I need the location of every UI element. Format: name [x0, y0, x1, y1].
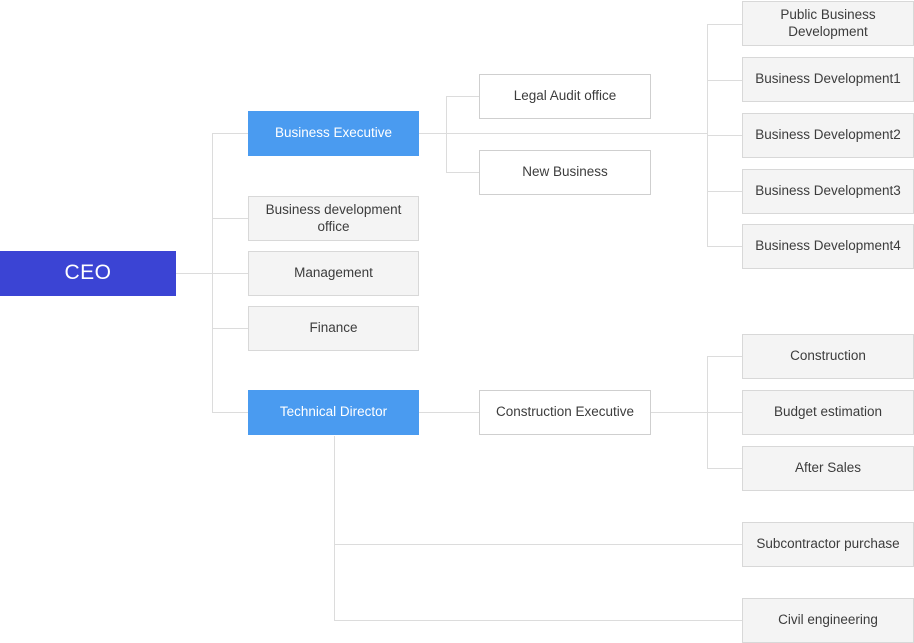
node-ceo[interactable]: CEO — [0, 251, 176, 296]
node-new-business[interactable]: New Business — [479, 150, 651, 195]
connector-business-executive-to-development-trunk — [446, 133, 708, 134]
connector-technical-director-to-construction-executive — [419, 412, 480, 413]
connector-to-subcontractor-purchase — [334, 544, 743, 545]
node-business-executive-label: Business Executive — [274, 125, 393, 141]
node-technical-director[interactable]: Technical Director — [248, 390, 419, 435]
node-after-sales[interactable]: After Sales — [742, 446, 914, 491]
node-finance[interactable]: Finance — [248, 306, 419, 351]
node-construction[interactable]: Construction — [742, 334, 914, 379]
connector-to-business-development-2 — [707, 135, 743, 136]
node-business-development-4-label: Business Development4 — [755, 238, 901, 254]
node-business-development-2-label: Business Development2 — [755, 127, 901, 143]
node-business-development-1[interactable]: Business Development1 — [742, 57, 914, 102]
connector-to-after-sales — [707, 468, 743, 469]
connector-ceo-stub — [176, 273, 213, 274]
node-after-sales-label: After Sales — [794, 460, 862, 476]
node-finance-label: Finance — [309, 320, 358, 336]
node-subcontractor-purchase[interactable]: Subcontractor purchase — [742, 522, 914, 567]
node-business-development-office-label: Business development office — [265, 201, 402, 234]
connector-business-executive-to-legal-audit-office — [446, 96, 479, 97]
connector-technical-director-bottom-trunk — [334, 436, 335, 621]
connector-business-executive-to-new-business — [446, 172, 479, 173]
node-business-development-2[interactable]: Business Development2 — [742, 113, 914, 158]
node-budget-estimation-label: Budget estimation — [773, 404, 883, 420]
node-business-development-3[interactable]: Business Development3 — [742, 169, 914, 214]
node-budget-estimation[interactable]: Budget estimation — [742, 390, 914, 435]
node-construction-executive[interactable]: Construction Executive — [479, 390, 651, 435]
connector-to-business-development-1 — [707, 80, 743, 81]
node-civil-engineering[interactable]: Civil engineering — [742, 598, 914, 643]
connector-to-budget-estimation — [707, 412, 743, 413]
node-construction-executive-label: Construction Executive — [495, 404, 635, 420]
node-business-executive[interactable]: Business Executive — [248, 111, 419, 156]
connector-ceo-to-finance — [212, 328, 249, 329]
connector-to-civil-engineering — [334, 620, 743, 621]
node-management-label: Management — [294, 265, 373, 281]
connector-to-business-development-3 — [707, 191, 743, 192]
connector-to-construction — [707, 356, 743, 357]
connector-ceo-to-management — [212, 273, 249, 274]
connector-business-executive-trunk — [446, 96, 447, 173]
connector-construction-executive-stub — [651, 412, 708, 413]
node-business-development-1-label: Business Development1 — [755, 71, 901, 87]
node-legal-audit-office[interactable]: Legal Audit office — [479, 74, 651, 119]
connector-ceo-to-technical-director — [212, 412, 249, 413]
connector-to-business-development-4 — [707, 246, 743, 247]
connector-business-executive-stub — [419, 133, 447, 134]
node-business-development-office[interactable]: Business development office — [248, 196, 419, 241]
node-public-business-development[interactable]: Public Business Development — [742, 1, 914, 46]
node-public-business-development-label: Public Business Development — [780, 6, 876, 39]
node-ceo-label: CEO — [64, 261, 112, 285]
node-civil-engineering-label: Civil engineering — [778, 612, 878, 628]
node-legal-audit-office-label: Legal Audit office — [513, 88, 617, 104]
org-chart: CEO Business Executive Business developm… — [0, 0, 914, 643]
connector-ceo-to-business-development-office — [212, 218, 249, 219]
connector-ceo-to-business-executive — [212, 133, 249, 134]
node-technical-director-label: Technical Director — [279, 404, 388, 420]
node-construction-label: Construction — [790, 348, 866, 364]
node-new-business-label: New Business — [522, 164, 608, 180]
connector-to-public-business-development — [707, 24, 743, 25]
node-business-development-3-label: Business Development3 — [755, 183, 901, 199]
node-subcontractor-purchase-label: Subcontractor purchase — [756, 536, 900, 552]
node-management[interactable]: Management — [248, 251, 419, 296]
node-business-development-4[interactable]: Business Development4 — [742, 224, 914, 269]
